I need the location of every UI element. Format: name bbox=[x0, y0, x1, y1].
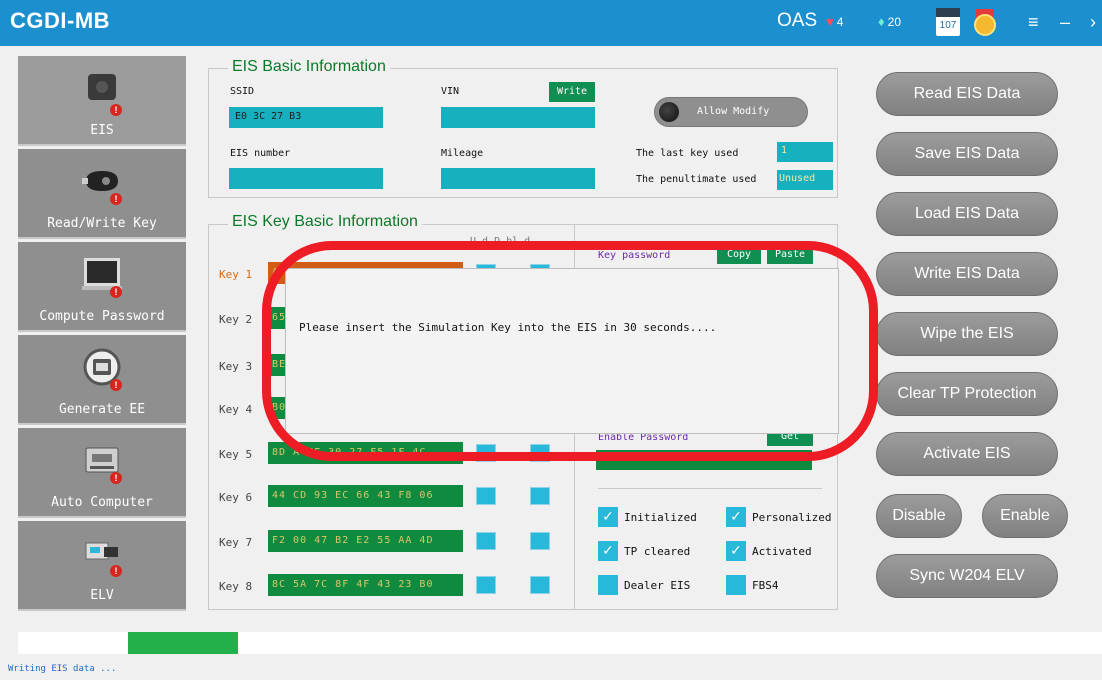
sidebar-item-read-write-key[interactable]: ! Read/Write Key bbox=[18, 149, 186, 239]
toggle-knob-icon bbox=[659, 102, 679, 122]
key-label: Key 4 bbox=[219, 403, 253, 416]
initialized-label: Initialized bbox=[624, 511, 697, 524]
sync-w204-elv-button[interactable]: Sync W204 ELV bbox=[876, 554, 1058, 598]
warning-icon: ! bbox=[110, 565, 122, 577]
key-label: Key 1 bbox=[219, 268, 253, 281]
account-name[interactable]: OAS bbox=[777, 10, 817, 32]
fbs4-label: FBS4 bbox=[752, 579, 779, 592]
status-text: Writing EIS data ... bbox=[8, 664, 117, 674]
key-used-checkbox[interactable] bbox=[476, 576, 496, 594]
key-label: Key 6 bbox=[219, 491, 253, 504]
close-button[interactable]: › bbox=[1090, 12, 1096, 33]
last-key-field: 1 bbox=[777, 142, 833, 162]
hearts-counter: ♥ 4 bbox=[826, 14, 844, 29]
ssid-field[interactable]: E0 3C 27 B3 bbox=[229, 107, 383, 128]
activated-checkbox[interactable]: ✓ bbox=[726, 541, 746, 561]
key-value[interactable]: F2 00 47 B2 E2 55 AA 4D bbox=[268, 530, 463, 552]
sidebar-item-label: Compute Password bbox=[39, 309, 165, 324]
write-eis-data-button[interactable]: Write EIS Data bbox=[876, 252, 1058, 296]
load-eis-data-button[interactable]: Load EIS Data bbox=[876, 192, 1058, 236]
medal-icon[interactable] bbox=[973, 9, 997, 36]
key-label: Key 8 bbox=[219, 580, 253, 593]
key-label: Key 3 bbox=[219, 360, 253, 373]
disable-button[interactable]: Disable bbox=[876, 494, 962, 538]
warning-icon: ! bbox=[110, 104, 122, 116]
dealer-eis-checkbox[interactable] bbox=[598, 575, 618, 595]
check-icon: ✓ bbox=[602, 543, 614, 559]
eis-basic-title: EIS Basic Information bbox=[228, 58, 390, 76]
warning-icon: ! bbox=[110, 286, 122, 298]
warning-icon: ! bbox=[110, 379, 122, 391]
calendar-icon[interactable]: 107 bbox=[936, 8, 960, 36]
key-used-checkbox[interactable] bbox=[476, 487, 496, 505]
sidebar-item-compute-password[interactable]: ! Compute Password bbox=[18, 242, 186, 332]
divider bbox=[598, 488, 822, 489]
personalized-label: Personalized bbox=[752, 511, 832, 524]
read-eis-data-button[interactable]: Read EIS Data bbox=[876, 72, 1058, 116]
dealer-eis-label: Dealer EIS bbox=[624, 579, 691, 592]
key-label: Key 7 bbox=[219, 536, 253, 549]
app-title: CGDI-MB bbox=[10, 8, 111, 33]
sidebar-item-elv[interactable]: ! ELV bbox=[18, 521, 186, 611]
sidebar-item-label: Auto Computer bbox=[51, 495, 153, 510]
key-label: Key 2 bbox=[219, 313, 253, 326]
mileage-field[interactable] bbox=[441, 168, 595, 189]
key-disabled-checkbox[interactable] bbox=[530, 532, 550, 550]
menu-icon[interactable]: ≡ bbox=[1028, 12, 1039, 33]
eis-number-label: EIS number bbox=[230, 148, 291, 159]
penultimate-label: The penultimate used bbox=[636, 174, 757, 185]
eis-key-title: EIS Key Basic Information bbox=[228, 213, 422, 231]
check-icon: ✓ bbox=[730, 543, 742, 559]
red-highlight-annotation bbox=[262, 241, 878, 461]
vin-field[interactable] bbox=[441, 107, 595, 128]
save-eis-data-button[interactable]: Save EIS Data bbox=[876, 132, 1058, 176]
allow-modify-toggle[interactable]: Allow Modify bbox=[654, 97, 808, 127]
sidebar-item-label: Read/Write Key bbox=[47, 216, 157, 231]
tp-cleared-label: TP cleared bbox=[624, 545, 691, 558]
check-icon: ✓ bbox=[730, 509, 742, 525]
ssid-label: SSID bbox=[230, 86, 255, 97]
sidebar-item-generate-ee[interactable]: ! Generate EE bbox=[18, 335, 186, 425]
minimize-button[interactable]: – bbox=[1060, 12, 1070, 33]
key-disabled-checkbox[interactable] bbox=[530, 576, 550, 594]
title-bar: CGDI-MB OAS ♥ 4 ♦ 20 107 ≡ – › bbox=[0, 0, 1102, 46]
personalized-checkbox[interactable]: ✓ bbox=[726, 507, 746, 527]
warning-icon: ! bbox=[110, 193, 122, 205]
key-value[interactable]: 44 CD 93 EC 66 43 F8 06 bbox=[268, 485, 463, 507]
sidebar: ! EIS ! Read/Write Key ! Compute Passwor… bbox=[18, 56, 186, 616]
tp-cleared-checkbox[interactable]: ✓ bbox=[598, 541, 618, 561]
mileage-label: Mileage bbox=[441, 148, 484, 159]
gem-icon: ♦ bbox=[878, 14, 885, 29]
sidebar-item-label: ELV bbox=[90, 588, 114, 603]
sidebar-item-auto-computer[interactable]: ! Auto Computer bbox=[18, 428, 186, 518]
warning-icon: ! bbox=[110, 472, 122, 484]
wipe-eis-button[interactable]: Wipe the EIS bbox=[876, 312, 1058, 356]
vin-label: VIN bbox=[441, 86, 460, 97]
key-label: Key 5 bbox=[219, 448, 253, 461]
penultimate-field: Unused bbox=[777, 170, 833, 190]
progress-fill bbox=[128, 632, 238, 654]
sidebar-item-eis[interactable]: ! EIS bbox=[18, 56, 186, 146]
key-used-checkbox[interactable] bbox=[476, 532, 496, 550]
vin-write-button[interactable]: Write bbox=[549, 82, 595, 102]
activated-label: Activated bbox=[752, 545, 812, 558]
heart-icon: ♥ bbox=[826, 14, 834, 29]
check-icon: ✓ bbox=[602, 509, 614, 525]
key-value[interactable]: 8C 5A 7C 8F 4F 43 23 B0 bbox=[268, 574, 463, 596]
clear-tp-protection-button[interactable]: Clear TP Protection bbox=[876, 372, 1058, 416]
sidebar-item-label: Generate EE bbox=[58, 402, 146, 417]
enable-button[interactable]: Enable bbox=[982, 494, 1068, 538]
eis-module-icon bbox=[88, 74, 116, 100]
initialized-checkbox[interactable]: ✓ bbox=[598, 507, 618, 527]
gems-counter: ♦ 20 bbox=[878, 14, 901, 29]
progress-bar bbox=[18, 632, 1102, 654]
fbs4-checkbox[interactable] bbox=[726, 575, 746, 595]
activate-eis-button[interactable]: Activate EIS bbox=[876, 432, 1058, 476]
eis-number-field[interactable] bbox=[229, 168, 383, 189]
sidebar-item-label: EIS bbox=[90, 123, 114, 138]
key-disabled-checkbox[interactable] bbox=[530, 487, 550, 505]
last-key-label: The last key used bbox=[636, 148, 739, 159]
